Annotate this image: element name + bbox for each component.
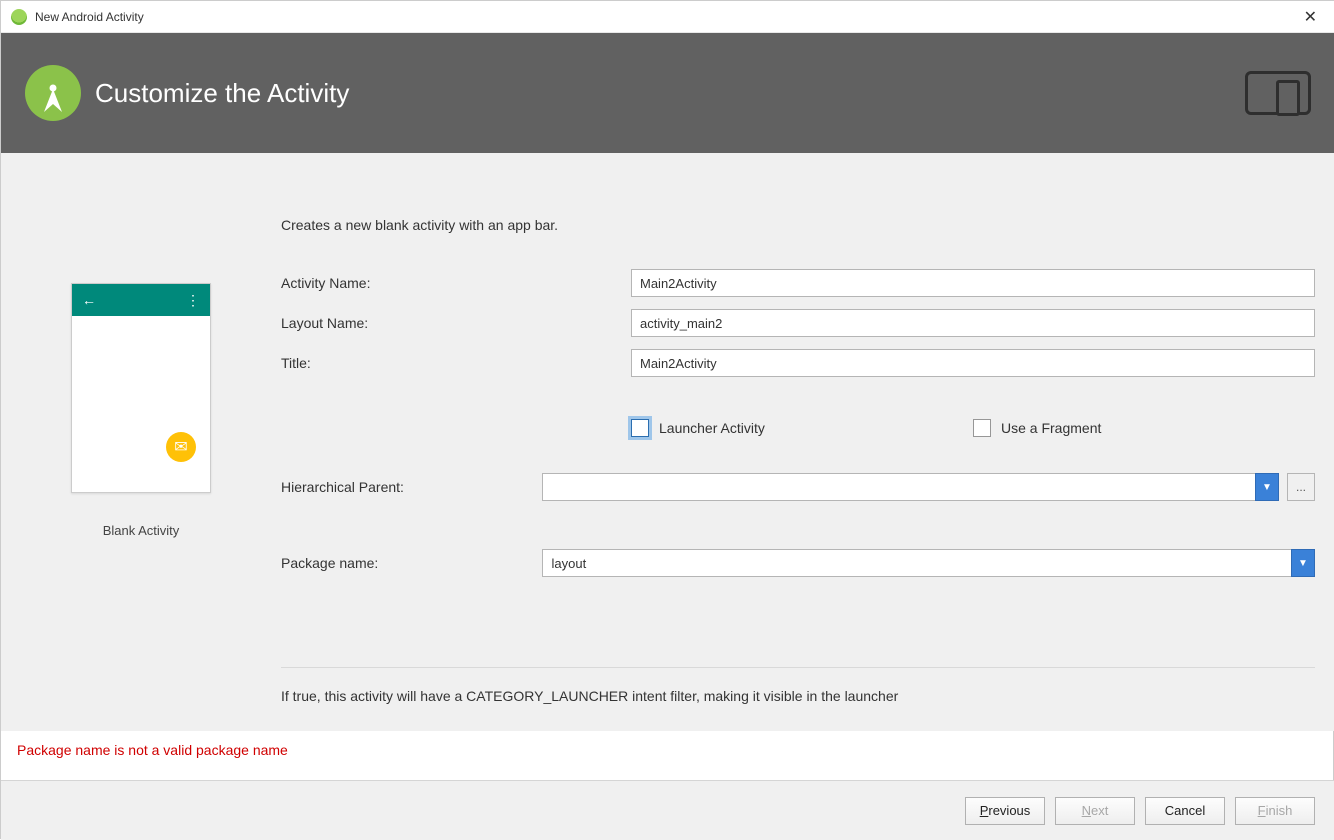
window-title: New Android Activity [35,10,144,24]
divider [281,667,1315,668]
fab-icon: ✉ [166,432,196,462]
hierarchical-parent-browse-button[interactable]: ... [1287,473,1315,501]
cancel-button[interactable]: Cancel [1145,797,1225,825]
launcher-activity-checkbox[interactable] [631,419,649,437]
android-studio-logo [25,65,81,121]
title-input[interactable] [631,349,1315,377]
error-message: Package name is not a valid package name [17,742,288,758]
finish-button[interactable]: Finish [1235,797,1315,825]
package-name-label: Package name: [281,555,542,571]
field-hint: If true, this activity will have a CATEG… [281,688,1315,704]
use-fragment-label: Use a Fragment [1001,420,1101,436]
package-name-input[interactable] [542,549,1291,577]
header-title: Customize the Activity [95,78,349,109]
template-thumbnail: ← ⋮ ✉ [71,283,211,493]
activity-name-label: Activity Name: [281,275,631,291]
template-preview: ← ⋮ ✉ Blank Activity [1,153,281,731]
titlebar: New Android Activity ✕ [1,1,1334,33]
hierarchical-parent-label: Hierarchical Parent: [281,479,542,495]
back-arrow-icon: ← [82,292,96,308]
close-icon[interactable]: ✕ [1296,3,1325,31]
layout-name-label: Layout Name: [281,315,631,331]
use-fragment-checkbox[interactable] [973,419,991,437]
overflow-icon: ⋮ [186,292,200,309]
main-content: ← ⋮ ✉ Blank Activity Creates a new blank… [1,153,1334,731]
hierarchical-parent-input[interactable] [542,473,1255,501]
next-button[interactable]: Next [1055,797,1135,825]
package-name-dropdown[interactable]: ▼ [1291,549,1315,577]
android-studio-icon [11,9,27,25]
form-description: Creates a new blank activity with an app… [281,217,1315,233]
wizard-header: Customize the Activity [1,33,1334,153]
wizard-footer: Previous Next Cancel Finish [1,780,1334,840]
launcher-activity-label: Launcher Activity [659,420,765,436]
template-name: Blank Activity [103,523,180,538]
form-area: Creates a new blank activity with an app… [281,153,1334,731]
activity-name-input[interactable] [631,269,1315,297]
previous-button[interactable]: Previous [965,797,1045,825]
hierarchical-parent-dropdown[interactable]: ▼ [1255,473,1279,501]
device-preview-icon [1245,71,1311,115]
title-label: Title: [281,355,631,371]
layout-name-input[interactable] [631,309,1315,337]
